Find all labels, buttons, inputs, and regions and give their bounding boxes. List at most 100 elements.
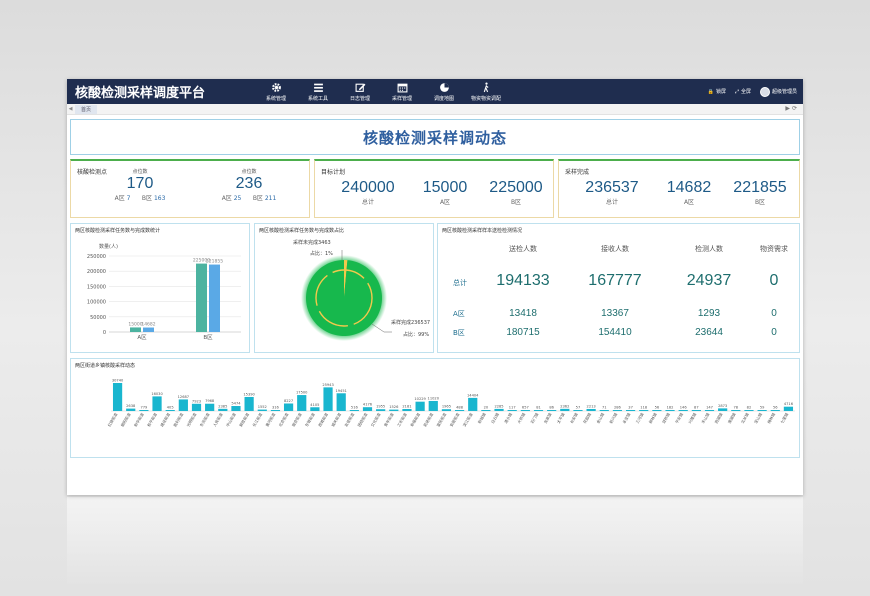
bar [428, 400, 438, 411]
bar [704, 410, 715, 411]
tab-scroll-left-icon[interactable]: ◀ [67, 106, 74, 112]
menu-icon [313, 83, 323, 92]
x-tick-label: 七里镇 [779, 412, 789, 425]
x-tick-label: 文化街道 [370, 412, 382, 428]
bar-value-label: 86 [549, 406, 554, 410]
user-name: 超级管理员 [771, 89, 797, 95]
x-tick-label: B区 [203, 334, 213, 341]
bar [191, 403, 202, 411]
x-tick-label: 太平镇 [556, 412, 566, 425]
x-tick-label: 新城镇 [477, 412, 487, 425]
bar-value-label: 7923 [192, 399, 201, 403]
kpi-a-block: 15000 A区 [415, 179, 475, 206]
nav-label: 日志管理 [349, 95, 370, 102]
lock-screen-button[interactable]: 🔒 锁屏 [708, 88, 726, 96]
kpi-caption: 总计 [361, 199, 374, 206]
stat-header-received: 接收人数 [601, 245, 629, 253]
bar [560, 408, 570, 411]
bar-value-label: 1955 [376, 405, 385, 409]
stat-b-received: 154410 [598, 327, 632, 338]
nav-system-management[interactable]: 系统管理 [255, 79, 297, 104]
y-tick-label: 0 [103, 330, 106, 336]
x-tick-label: 宝山镇 [753, 412, 763, 425]
nav-label: 系统工具 [307, 95, 328, 102]
bar [165, 410, 175, 411]
nav-log-management[interactable]: 日志管理 [339, 79, 381, 104]
kpi-value: 236 [235, 175, 263, 192]
bar-value-label: 14404 [467, 393, 479, 397]
bar-value-label: 56 [655, 406, 660, 410]
bar [731, 410, 741, 411]
x-tick-label: 和平街道 [146, 412, 158, 428]
app-window: 核酸检测采样调度平台 系统管理 系统工具 日志管理 采样管理 调度地图 物资物资… [67, 79, 803, 495]
fullscreen-button[interactable]: ⤢ 全屏 [735, 88, 751, 96]
row-label-b: B区 [453, 329, 465, 337]
x-tick-label: 梅林镇 [766, 412, 776, 425]
pie-chart-icon [439, 82, 449, 92]
tab-bar: ◀ 首页 ▶⟳ [67, 104, 803, 115]
bar-value-label: 16030 [151, 392, 163, 396]
app-title: 核酸检测采样调度平台 [75, 86, 206, 101]
stat-b-tested: 23644 [695, 327, 723, 338]
row-label-a: A区 [453, 310, 465, 318]
refresh-icon[interactable]: ⟳ [792, 106, 799, 112]
bar-value-label: 8227 [284, 399, 293, 403]
panel-task-bar-chart: 两区核酸检测采样任务数与完成数统计 数量(人) 0 50000 100000 15000… [70, 223, 250, 353]
x-tick-label: A区 [137, 334, 147, 341]
bar [612, 410, 623, 411]
tab-scroll-right-icon[interactable]: ▶ [785, 106, 792, 112]
bar-value-label: 12687 [178, 395, 189, 399]
y-tick-label: 250000 [87, 254, 106, 260]
nav-dispatch-map[interactable]: 调度地图 [423, 79, 465, 104]
panel-task-pie-chart: 两区核酸检测采样任务数与完成数占比 采样未完成3463 占比：1% 采样完成2365… [254, 223, 434, 353]
bar [652, 410, 662, 411]
x-tick-label: 双桥镇 [661, 412, 671, 425]
nav-system-tools[interactable]: 系统工具 [297, 79, 339, 104]
x-tick-label: 柳林镇 [648, 412, 658, 425]
bar [678, 410, 688, 411]
bar [336, 393, 346, 411]
stat-total-tested: 24937 [686, 272, 732, 289]
user-menu[interactable]: 超级管理员 [759, 86, 797, 97]
bar [402, 409, 412, 411]
nav-sampling-management[interactable]: 采样管理 [381, 79, 423, 104]
kpi-total-block: 236537 总计 [577, 179, 647, 206]
kpi-value: 170 [126, 175, 154, 192]
slice-percent: 占比：1% [310, 250, 333, 257]
bar-value-label: 316 [272, 406, 280, 410]
slice-label: 采样完成236537 [391, 319, 430, 326]
kpi-label: 核酸检测点 [77, 169, 108, 176]
kpi-right-block: 点位数 236 A区 25 B区 211 [211, 168, 287, 202]
panel-area-sampling: 两区街道乡镇核酸采样动态 30740 红旗街道 2638 朝阳街道 779 新华街道 160… [70, 358, 800, 458]
bar [468, 397, 478, 411]
reflection-overlay [67, 497, 803, 587]
stat-total-sent: 194133 [496, 272, 550, 289]
bar-value-label: 2385 [218, 404, 227, 408]
kpi-caption: 点位数 [132, 169, 148, 175]
bar [126, 408, 136, 411]
bar [270, 410, 281, 411]
bar-value-label: 30740 [112, 379, 124, 383]
bar [757, 410, 767, 411]
x-tick-label: 西湖镇 [713, 412, 723, 425]
bar-value-label: 82 [747, 406, 752, 410]
nav-supply-allocation[interactable]: 物资物资调配 [465, 79, 507, 104]
bar-value-label: 221855 [206, 259, 223, 265]
tab-home[interactable]: 首页 [75, 104, 98, 114]
bar-value-label: 20 [484, 406, 489, 410]
x-tick-label: 团结街道 [356, 412, 368, 428]
bar-value-label: 1965 [442, 405, 451, 409]
kpi-left-block: 点位数 170 A区 7 B区 163 [105, 168, 175, 202]
bar [744, 410, 754, 411]
fullscreen-label: 全屏 [740, 89, 751, 95]
x-tick-label: 永安镇 [621, 412, 631, 425]
bar-value-label: 59 [760, 406, 765, 410]
kpi-card-sampling-done: 采样完成 236537 总计 14682 A区 221855 B区 [558, 159, 800, 218]
bar-value-label: 182 [667, 406, 674, 410]
panel-sample-stats: 两区核酸检测采样样本送检检测情况 送检人数 接收人数 检测人数 物资需求 总计 … [437, 223, 800, 353]
stat-a-received: 13367 [601, 308, 629, 319]
stat-a-sent: 13418 [509, 308, 537, 319]
x-tick-label: 三河镇 [635, 412, 645, 425]
bar-value-label: 488 [456, 406, 464, 410]
kpi-caption: 点位数 [241, 169, 257, 175]
